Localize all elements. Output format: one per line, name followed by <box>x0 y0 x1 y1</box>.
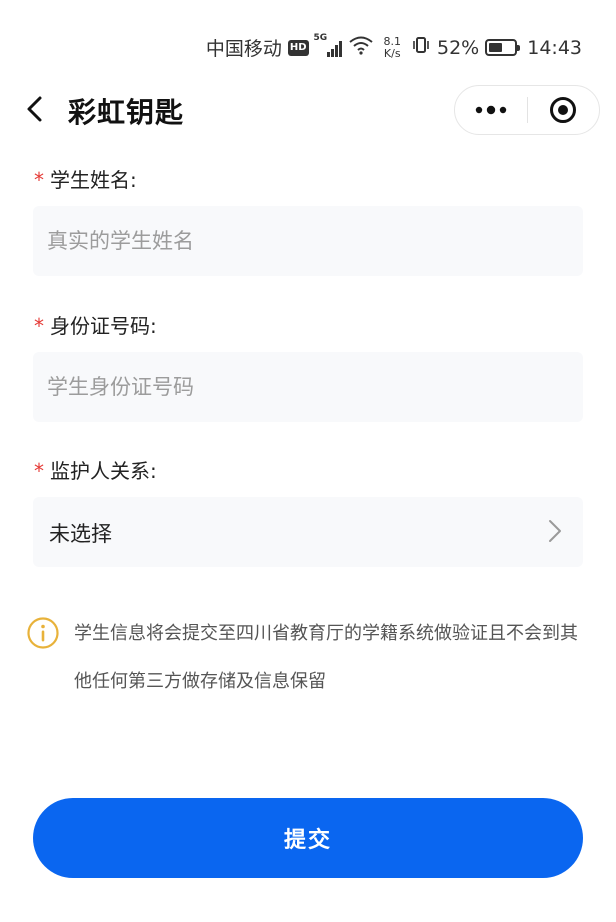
guardian-relation-select[interactable]: 未选择 <box>33 497 583 567</box>
status-indicators: 中国移动 HD 5G 8.1 K/s 52% 14:43 <box>205 33 582 61</box>
guardian-relation-value: 未选择 <box>49 522 112 546</box>
guardian-relation-label-text: 监护人关系: <box>50 459 157 483</box>
student-name-label-text: 学生姓名: <box>50 168 137 192</box>
hd-badge: HD <box>287 39 309 56</box>
target-close-icon <box>550 97 577 123</box>
wifi-icon <box>348 35 374 60</box>
network-speed-value: 8.1 <box>383 34 402 48</box>
vibrate-icon <box>411 35 431 60</box>
back-button[interactable] <box>20 92 54 126</box>
student-name-label: * 学生姓名: <box>34 164 137 193</box>
close-miniprogram-button[interactable] <box>528 86 600 134</box>
submit-button[interactable]: 提交 <box>33 798 583 878</box>
required-mark: * <box>34 314 44 338</box>
battery-icon <box>485 39 521 56</box>
network-speed-unit: K/s <box>383 46 401 60</box>
id-number-label: * 身份证号码: <box>34 310 157 339</box>
clock: 14:43 <box>527 36 582 59</box>
status-bar: 中国移动 HD 5G 8.1 K/s 52% 14:43 <box>0 0 616 88</box>
chevron-right-icon <box>547 517 563 549</box>
id-number-input[interactable] <box>33 352 583 422</box>
required-mark: * <box>34 168 44 192</box>
student-name-input[interactable] <box>33 206 583 276</box>
more-button[interactable] <box>455 86 527 134</box>
id-number-label-text: 身份证号码: <box>50 314 157 338</box>
more-dots-icon <box>475 105 506 115</box>
id-number-field <box>33 352 583 422</box>
miniprogram-capsule <box>454 85 600 135</box>
carrier-name: 中国移动 <box>205 38 282 60</box>
guardian-relation-label: * 监护人关系: <box>34 455 157 484</box>
required-mark: * <box>34 459 44 483</box>
page-title: 彩虹钥匙 <box>68 96 185 129</box>
notice-text: 学生信息将会提交至四川省教育厅的学籍系统做验证且不会到其他任何第三方做存储及信息… <box>74 623 578 692</box>
battery-percent: 52% <box>437 36 480 59</box>
info-icon <box>26 616 60 650</box>
network-type-label: 5G <box>313 32 328 43</box>
nav-bar: 彩虹钥匙 <box>0 80 616 140</box>
network-speed: 8.1 K/s <box>383 34 402 60</box>
battery-fill <box>489 43 502 52</box>
student-name-field <box>33 206 583 276</box>
chevron-left-icon <box>27 96 42 122</box>
cellular-signal-icon: 5G <box>314 33 342 57</box>
